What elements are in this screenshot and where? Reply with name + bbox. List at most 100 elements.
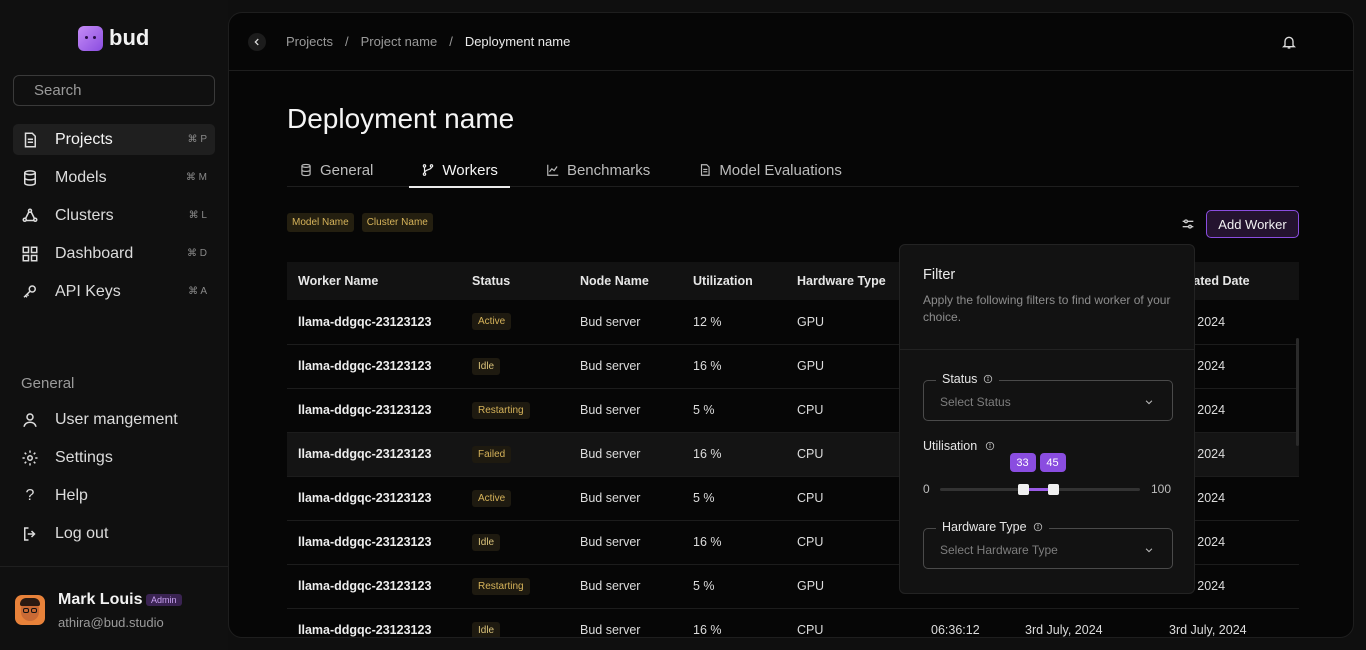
chart-icon (547, 164, 559, 176)
node-name: Bud server (580, 491, 641, 505)
tab-label: General (320, 161, 374, 179)
breadcrumb-current: Deployment name (464, 34, 571, 49)
cluster-icon (21, 207, 39, 225)
node-name: Bud server (580, 579, 641, 593)
sidebar-item-settings[interactable]: Settings (13, 442, 215, 473)
chevron-down-icon (1145, 400, 1153, 405)
add-worker-button[interactable]: Add Worker (1206, 210, 1299, 238)
utilisation-range-slider[interactable]: 33 45 (940, 453, 1140, 495)
document-icon (701, 164, 710, 176)
database-icon (301, 163, 311, 177)
general-nav: User mangement Settings ? Help Log out (13, 404, 215, 556)
tab-general[interactable]: General (287, 153, 385, 187)
file-icon (21, 131, 39, 149)
worker-name: llama-ddgqc-23123123 (298, 314, 432, 329)
slider-value-high: 45 (1039, 453, 1066, 472)
sidebar-item-dashboard[interactable]: Dashboard ⌘ D (13, 238, 215, 269)
chip-model-name[interactable]: Model Name (287, 213, 354, 232)
status-select[interactable]: Status Select Status (923, 372, 1173, 421)
breadcrumb-separator: / (449, 34, 453, 49)
sidebar-item-label: Clusters (55, 206, 114, 224)
status-badge: Idle (472, 533, 501, 551)
logo-icon (78, 25, 103, 51)
sidebar-item-label: Dashboard (55, 244, 134, 262)
table-row[interactable]: llama-ddgqc-23123123 Idle Bud server 16 … (287, 608, 1299, 637)
sidebar-item-label: User mangement (55, 410, 178, 428)
utilization: 16 % (693, 623, 722, 637)
scrollbar[interactable] (1296, 338, 1299, 446)
search-input[interactable] (34, 82, 233, 99)
breadcrumb: Projects / Project name / Deployment nam… (286, 34, 570, 49)
search-box[interactable]: ⌘ F (13, 75, 253, 106)
node-name: Bud server (580, 623, 641, 637)
worker-name: llama-ddgqc-23123123 (298, 623, 432, 637)
status-placeholder: Select Status (940, 395, 1011, 409)
info-icon[interactable] (985, 441, 995, 451)
utilization: 5 % (693, 403, 715, 417)
shortcut-label: ⌘ D (187, 248, 207, 259)
column-header[interactable]: Utilization (682, 262, 786, 300)
breadcrumb-project[interactable]: Project name (361, 34, 438, 49)
filter-sliders-icon[interactable] (1180, 216, 1196, 232)
page-title: Deployment name (287, 103, 515, 134)
node-name: Bud server (580, 447, 641, 461)
sidebar-item-help[interactable]: ? Help (13, 480, 215, 511)
hardware-type: CPU (797, 623, 824, 637)
shortcut-label: ⌘ M (185, 172, 207, 183)
column-header[interactable]: Node Name (569, 262, 682, 300)
avatar (15, 595, 45, 625)
logo-text: bud (109, 25, 150, 50)
tab-model-evaluations[interactable]: Model Evaluations (686, 153, 854, 187)
user-profile[interactable]: Mark Louis Admin athira@bud.studio (0, 566, 228, 650)
breadcrumb-projects[interactable]: Projects (286, 34, 333, 49)
cell: 3rd July, 2024 (1025, 623, 1103, 637)
shortcut-label: ⌘ L (188, 210, 207, 221)
node-name: Bud server (580, 535, 641, 549)
logo[interactable]: bud (78, 25, 149, 51)
user-name: Mark Louis (58, 591, 143, 608)
cell: 06:36:12 (931, 623, 980, 637)
back-button[interactable] (248, 33, 266, 51)
node-name: Bud server (580, 314, 641, 329)
utilization: 12 % (693, 314, 722, 329)
column-header[interactable]: Worker Name (287, 262, 461, 300)
user-icon (21, 411, 39, 429)
hardware-type-placeholder: Select Hardware Type (940, 543, 1058, 557)
sidebar-item-label: Log out (55, 524, 109, 542)
topbar: Projects / Project name / Deployment nam… (229, 13, 1353, 71)
column-header[interactable]: Status (461, 262, 569, 300)
filter-popover: Filter Apply the following filters to fi… (899, 244, 1195, 594)
sidebar-item-label: Help (55, 486, 88, 504)
slider-thumb-high[interactable]: 45 (1039, 453, 1066, 495)
sidebar-item-api-keys[interactable]: API Keys ⌘ A (13, 276, 215, 307)
sidebar-item-label: API Keys (55, 282, 121, 300)
sidebar-item-label: Settings (55, 448, 113, 466)
chip-cluster-name[interactable]: Cluster Name (361, 213, 433, 232)
tab-workers[interactable]: Workers (409, 153, 510, 188)
sidebar-item-logout[interactable]: Log out (13, 518, 215, 549)
sidebar-item-models[interactable]: Models ⌘ M (13, 162, 215, 193)
slider-min-label: 0 (923, 482, 930, 496)
status-badge: Restarting (472, 401, 530, 419)
sidebar: bud ⌘ F Projects ⌘ P Models ⌘ M Clusters… (0, 0, 253, 650)
main-panel: Projects / Project name / Deployment nam… (228, 12, 1354, 638)
active-filter-chips: Model Name Cluster Name (287, 213, 433, 232)
node-name: Bud server (580, 359, 641, 373)
slider-thumb-low[interactable]: 33 (1009, 453, 1036, 495)
bell-icon[interactable] (1281, 33, 1297, 51)
tab-benchmarks[interactable]: Benchmarks (534, 153, 662, 187)
status-badge: Failed (472, 445, 512, 463)
utilization: 16 % (693, 359, 722, 373)
info-icon[interactable] (1033, 522, 1043, 532)
sidebar-item-user-management[interactable]: User mangement (13, 404, 215, 435)
updated-date: 3rd July, 2024 (1169, 623, 1247, 637)
user-email: athira@bud.studio (58, 615, 164, 630)
hardware-type-select[interactable]: Hardware Type Select Hardware Type (923, 520, 1173, 569)
sidebar-item-clusters[interactable]: Clusters ⌘ L (13, 200, 215, 231)
info-icon[interactable] (983, 374, 993, 384)
grid-icon (21, 245, 39, 263)
sidebar-item-projects[interactable]: Projects ⌘ P (13, 124, 215, 155)
sidebar-item-label: Projects (55, 130, 113, 148)
key-icon (21, 283, 39, 301)
chevron-down-icon (1145, 548, 1153, 553)
